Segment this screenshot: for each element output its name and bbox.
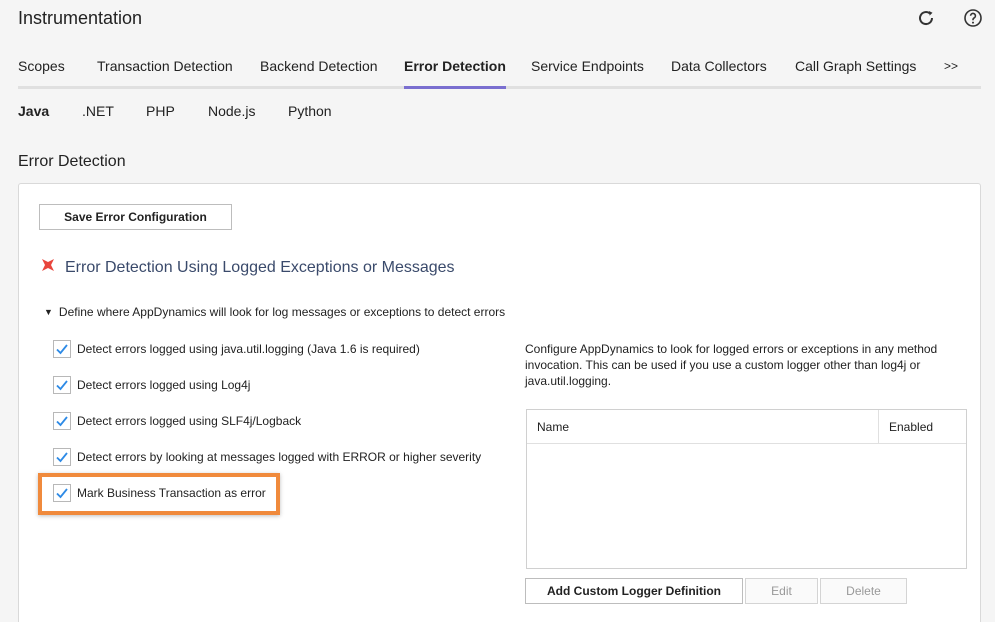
- tab-data-collectors[interactable]: Data Collectors: [671, 58, 767, 89]
- checkbox-row-error-severity: Detect errors by looking at messages log…: [53, 447, 481, 467]
- section-title: Error Detection: [18, 153, 126, 170]
- error-severity-checkbox[interactable]: [53, 448, 71, 466]
- tab-scopes[interactable]: Scopes: [18, 58, 65, 89]
- delete-button[interactable]: Delete: [820, 578, 907, 604]
- checkbox-row-log4j: Detect errors logged using Log4j: [53, 375, 250, 395]
- subtab-php[interactable]: PHP: [146, 103, 175, 119]
- column-header-enabled[interactable]: Enabled: [879, 410, 966, 443]
- subtab-java[interactable]: Java: [18, 103, 49, 119]
- error-detection-heading: Error Detection Using Logged Exceptions …: [41, 258, 455, 277]
- checkbox-label: Detect errors by looking at messages log…: [77, 450, 482, 464]
- tab-more[interactable]: >>: [944, 59, 958, 90]
- refresh-icon[interactable]: [916, 8, 936, 28]
- error-detection-panel: Save Error Configuration Error Detection…: [18, 183, 981, 622]
- checkbox-row-mark-bt-error: Mark Business Transaction as error: [53, 483, 266, 503]
- slf4j-logback-checkbox[interactable]: [53, 412, 71, 430]
- custom-logger-table: Name Enabled: [526, 409, 967, 569]
- subtab-dotnet[interactable]: .NET: [82, 103, 114, 119]
- error-icon: [41, 258, 55, 277]
- checkbox-row-java-util-logging: Detect errors logged using java.util.log…: [53, 339, 420, 359]
- subtab-python[interactable]: Python: [288, 103, 332, 119]
- error-detection-heading-text: Error Detection Using Logged Exceptions …: [65, 258, 455, 276]
- java-util-logging-checkbox[interactable]: [53, 340, 71, 358]
- checkbox-label: Detect errors logged using SLF4j/Logback: [77, 414, 302, 428]
- tab-error-detection[interactable]: Error Detection: [404, 58, 506, 89]
- define-log-locations-text: Define where AppDynamics will look for l…: [58, 305, 506, 319]
- checkbox-label: Detect errors logged using Log4j: [77, 378, 251, 392]
- page-title: Instrumentation: [18, 8, 143, 28]
- log4j-checkbox[interactable]: [53, 376, 71, 394]
- tab-call-graph-settings[interactable]: Call Graph Settings: [795, 58, 916, 89]
- checkbox-label: Detect errors logged using java.util.log…: [77, 342, 420, 356]
- table-header: Name Enabled: [527, 410, 966, 444]
- edit-button[interactable]: Edit: [745, 578, 818, 604]
- mark-business-transaction-error-checkbox[interactable]: [53, 484, 71, 502]
- define-log-locations-toggle[interactable]: ▼ Define where AppDynamics will look for…: [44, 305, 505, 319]
- expand-triangle-icon: ▼: [44, 307, 53, 317]
- checkbox-label: Mark Business Transaction as error: [77, 486, 266, 500]
- tab-backend-detection[interactable]: Backend Detection: [260, 58, 378, 89]
- save-error-configuration-button[interactable]: Save Error Configuration: [39, 204, 232, 230]
- help-icon[interactable]: [963, 8, 983, 28]
- checkbox-row-slf4j: Detect errors logged using SLF4j/Logback: [53, 411, 301, 431]
- instrumentation-tabs: Scopes Transaction Detection Backend Det…: [18, 48, 981, 89]
- column-header-name[interactable]: Name: [527, 410, 879, 443]
- custom-logger-description: Configure AppDynamics to look for logged…: [525, 342, 938, 388]
- tab-service-endpoints[interactable]: Service Endpoints: [531, 58, 644, 89]
- subtab-nodejs[interactable]: Node.js: [208, 103, 255, 119]
- add-custom-logger-button[interactable]: Add Custom Logger Definition: [525, 578, 743, 604]
- tab-transaction-detection[interactable]: Transaction Detection: [97, 58, 233, 89]
